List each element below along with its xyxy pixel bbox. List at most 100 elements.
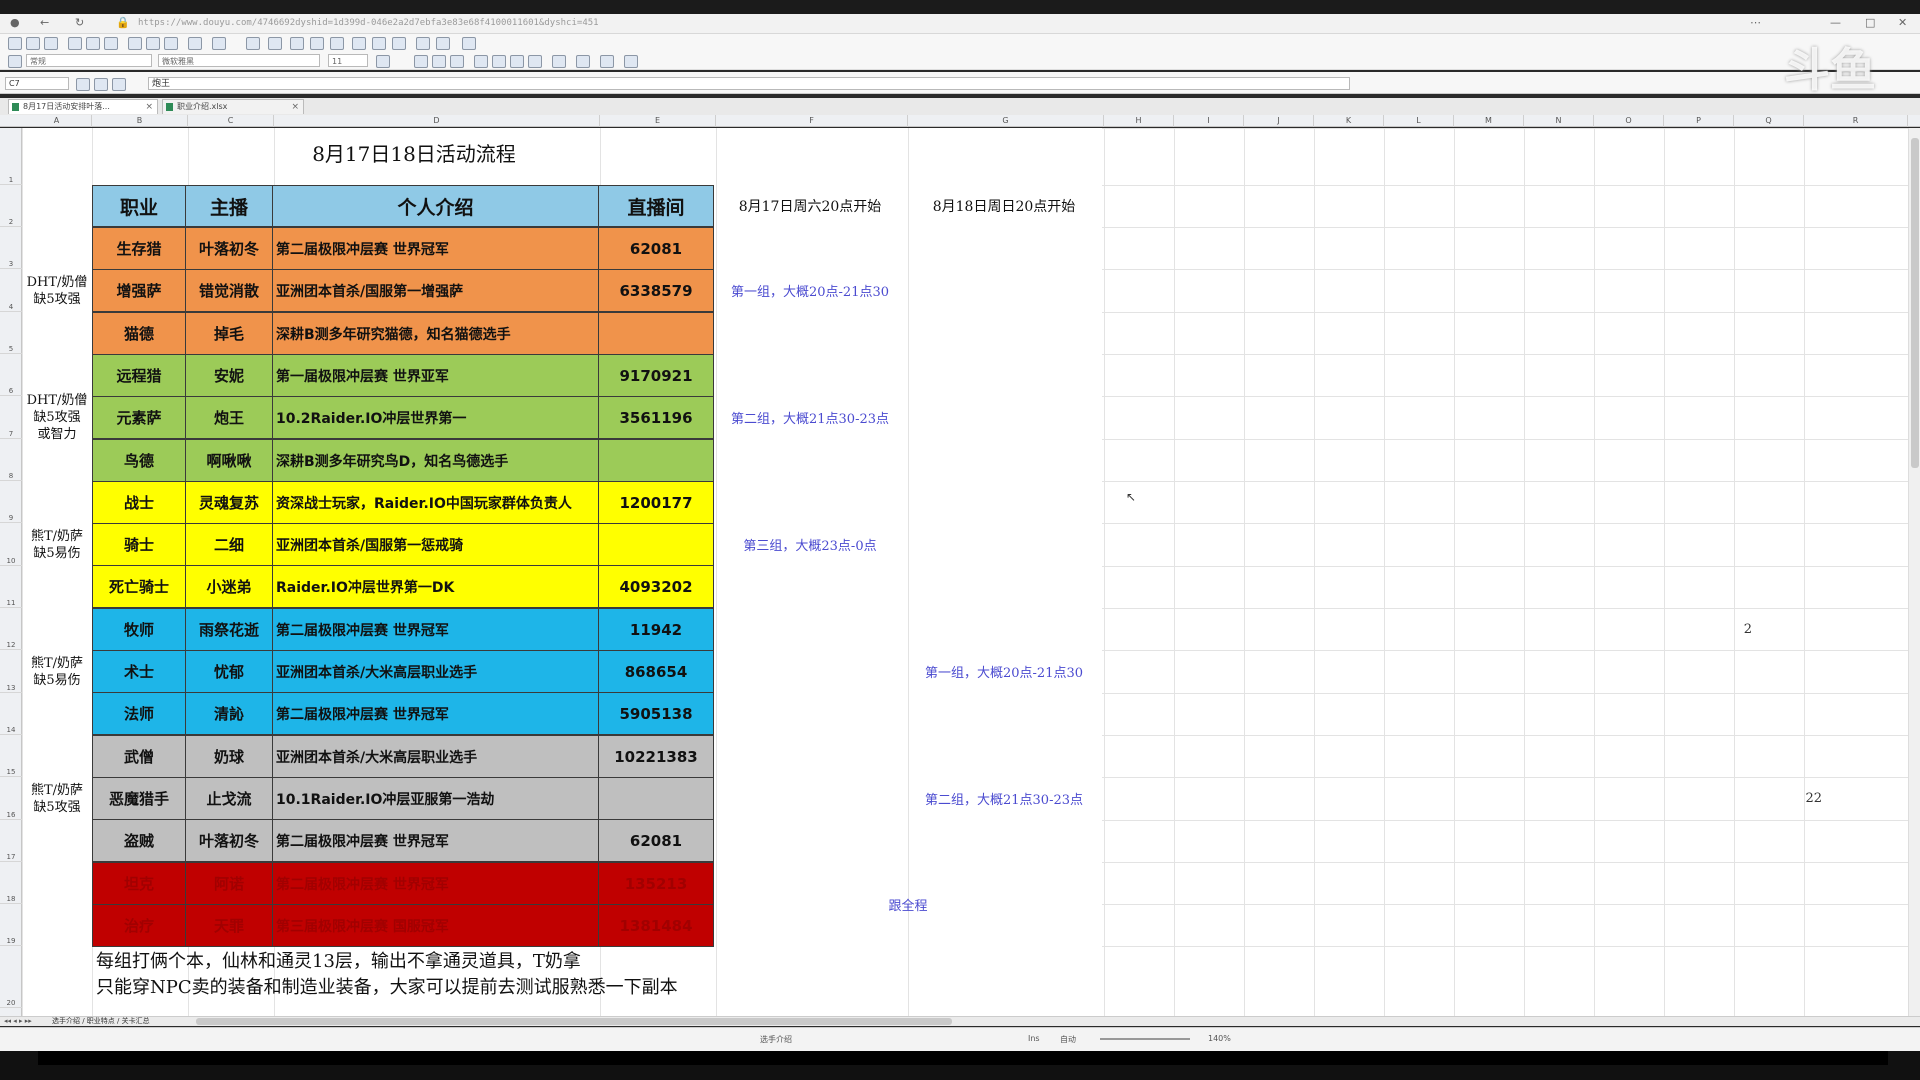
player-job-cell[interactable]: 术士: [92, 650, 186, 693]
player-job-cell[interactable]: 死亡骑士: [92, 565, 186, 608]
cell-q16[interactable]: 22: [1752, 777, 1822, 819]
cell-p12[interactable]: 2: [1682, 608, 1752, 650]
header-intro[interactable]: 个人介绍: [272, 185, 599, 227]
group-label[interactable]: DHT/奶僧 缺5攻强: [22, 227, 92, 354]
player-intro-cell[interactable]: 第二届极限冲层赛 世界冠军: [272, 227, 599, 270]
player-streamer-cell[interactable]: 安妮: [185, 354, 273, 397]
sheet-nav-icon[interactable]: ◂◂ ◂ ▸ ▸▸: [4, 1017, 32, 1025]
image-icon[interactable]: [372, 37, 386, 50]
brush-icon[interactable]: [392, 37, 406, 50]
player-streamer-cell[interactable]: 错觉消散: [185, 269, 273, 312]
vertical-scrollbar[interactable]: [1908, 128, 1920, 1016]
row-header[interactable]: 1: [0, 128, 22, 185]
column-header[interactable]: M: [1454, 115, 1524, 127]
column-header[interactable]: I: [1174, 115, 1244, 127]
align-center-icon[interactable]: [492, 55, 506, 68]
group-label[interactable]: 熊T/奶萨 缺5易伤: [22, 481, 92, 608]
player-streamer-cell[interactable]: 阿诺: [185, 862, 273, 905]
player-room-cell[interactable]: 6338579: [598, 269, 714, 312]
player-job-cell[interactable]: 鸟德: [92, 439, 186, 482]
player-room-cell[interactable]: [598, 777, 714, 820]
sum-icon[interactable]: [94, 78, 108, 91]
player-job-cell[interactable]: 战士: [92, 481, 186, 524]
function-wizard-icon[interactable]: [76, 78, 90, 91]
player-room-cell[interactable]: 3561196: [598, 396, 714, 439]
text-icon[interactable]: [310, 37, 324, 50]
player-intro-cell[interactable]: 第二届极限冲层赛 世界冠军: [272, 862, 599, 905]
column-header[interactable]: P: [1664, 115, 1734, 127]
day2-group-2[interactable]: 第二组，大概21点30-23点: [906, 735, 1102, 862]
font-combo[interactable]: 微软雅黑: [158, 54, 320, 67]
player-intro-cell[interactable]: 深耕B测多年研究猫德，知名猫德选手: [272, 312, 599, 355]
player-job-cell[interactable]: 生存猎: [92, 227, 186, 270]
day1-header[interactable]: 8月17日周六20点开始: [714, 185, 906, 227]
row-header[interactable]: 12: [0, 608, 22, 650]
player-intro-cell[interactable]: 亚洲团本首杀/大米高层职业选手: [272, 735, 599, 778]
player-job-cell[interactable]: 治疗: [92, 904, 186, 947]
column-header[interactable]: A: [22, 115, 92, 127]
player-intro-cell[interactable]: Raider.IO冲层世界第一DK: [272, 565, 599, 608]
day1-group-3[interactable]: 第三组，大概23点-0点: [714, 481, 906, 608]
player-job-cell[interactable]: 恶魔猎手: [92, 777, 186, 820]
font-color-icon[interactable]: [376, 55, 390, 68]
player-streamer-cell[interactable]: 二细: [185, 523, 273, 566]
header-job[interactable]: 职业: [92, 185, 186, 227]
more-icon[interactable]: ⋯: [1750, 16, 1761, 29]
wrap-icon[interactable]: [552, 55, 566, 68]
redo-icon[interactable]: [212, 37, 226, 50]
save-icon[interactable]: [44, 37, 58, 50]
align-right-icon[interactable]: [510, 55, 524, 68]
column-header[interactable]: F: [716, 115, 908, 127]
player-streamer-cell[interactable]: 炮王: [185, 396, 273, 439]
column-header[interactable]: O: [1594, 115, 1664, 127]
player-room-cell[interactable]: 9170921: [598, 354, 714, 397]
row-header[interactable]: 20: [0, 946, 22, 1008]
player-job-cell[interactable]: 远程猎: [92, 354, 186, 397]
player-job-cell[interactable]: 坦克: [92, 862, 186, 905]
player-room-cell[interactable]: 1200177: [598, 481, 714, 524]
player-streamer-cell[interactable]: 天罪: [185, 904, 273, 947]
row-header[interactable]: 14: [0, 693, 22, 735]
paste-icon[interactable]: [164, 37, 178, 50]
day1-group-1[interactable]: 第一组，大概20点-21点30: [714, 227, 906, 354]
row-header[interactable]: 10: [0, 523, 22, 566]
column-header[interactable]: B: [92, 115, 188, 127]
horizontal-scroll-thumb[interactable]: [196, 1018, 952, 1025]
row-header[interactable]: 19: [0, 904, 22, 946]
column-header[interactable]: J: [1244, 115, 1314, 127]
border-style-icon[interactable]: [600, 55, 614, 68]
row-header[interactable]: 16: [0, 777, 22, 820]
border-icon[interactable]: [330, 37, 344, 50]
zoom-slider[interactable]: [1100, 1038, 1190, 1040]
row-header[interactable]: 13: [0, 650, 22, 693]
player-streamer-cell[interactable]: 叶落初冬: [185, 819, 273, 862]
column-header[interactable]: N: [1524, 115, 1594, 127]
cut-icon[interactable]: [128, 37, 142, 50]
open-icon[interactable]: [26, 37, 40, 50]
justify-icon[interactable]: [528, 55, 542, 68]
player-intro-cell[interactable]: 10.1Raider.IO冲层亚服第一浩劫: [272, 777, 599, 820]
new-icon[interactable]: [8, 37, 22, 50]
close-tab-icon[interactable]: ×: [291, 100, 299, 114]
player-streamer-cell[interactable]: 掉毛: [185, 312, 273, 355]
player-room-cell[interactable]: 5905138: [598, 692, 714, 735]
player-job-cell[interactable]: 法师: [92, 692, 186, 735]
day1-group-2[interactable]: 第二组，大概21点30-23点: [714, 354, 906, 481]
doc-tab-active[interactable]: 8月17日活动安排叶落... ×: [8, 99, 158, 114]
player-job-cell[interactable]: 武僧: [92, 735, 186, 778]
sheet-tabs[interactable]: 选手介绍 / 职业特点 / 关卡汇总: [52, 1017, 150, 1026]
player-intro-cell[interactable]: 第三届极限冲层赛 国服冠军: [272, 904, 599, 947]
formula-input[interactable]: 炮王: [148, 77, 1350, 90]
player-job-cell[interactable]: 骑士: [92, 523, 186, 566]
close-tab-icon[interactable]: ×: [145, 100, 153, 114]
pdf-icon[interactable]: [86, 37, 100, 50]
player-intro-cell[interactable]: 10.2Raider.IO冲层世界第一: [272, 396, 599, 439]
doc-tab-2[interactable]: 职业介绍.xlsx ×: [162, 99, 304, 114]
underline-icon[interactable]: [450, 55, 464, 68]
form-icon[interactable]: [462, 37, 476, 50]
header-streamer[interactable]: 主播: [185, 185, 273, 227]
player-streamer-cell[interactable]: 止戈流: [185, 777, 273, 820]
row-header[interactable]: 8: [0, 439, 22, 481]
player-streamer-cell[interactable]: 忧郁: [185, 650, 273, 693]
row-header[interactable]: 9: [0, 481, 22, 523]
